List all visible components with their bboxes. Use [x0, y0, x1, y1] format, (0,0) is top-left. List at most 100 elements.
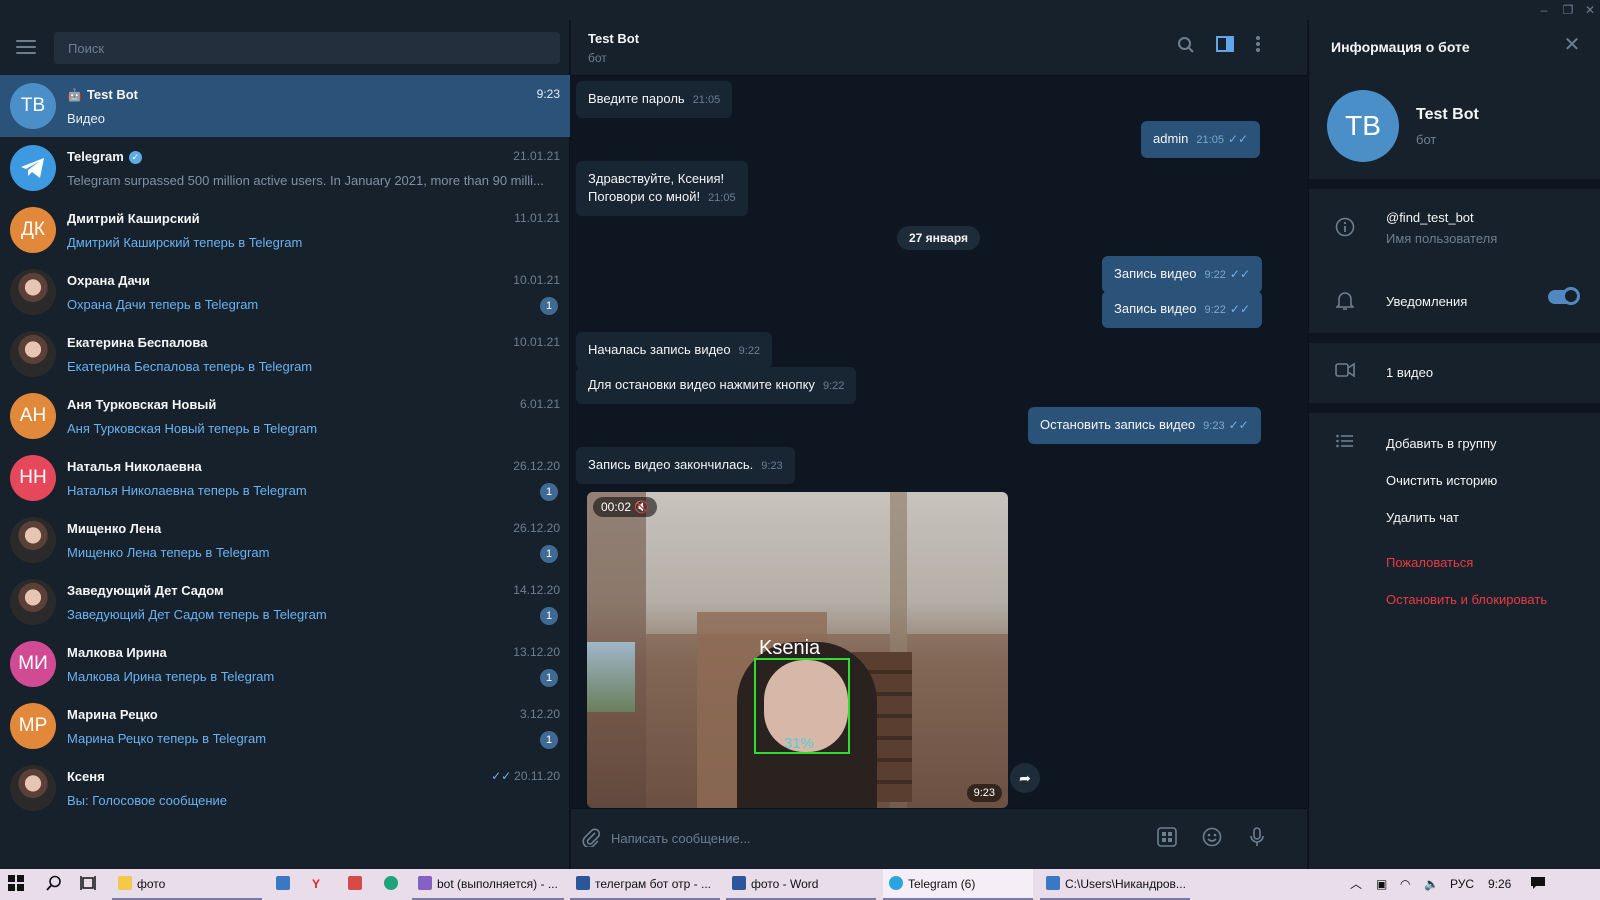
- chat-preview: Видео: [67, 111, 105, 126]
- chat-list-item[interactable]: АН Аня Турковская Новый Аня Турковская Нов…: [0, 385, 570, 447]
- message-text-line2: Поговори со мной!: [588, 189, 701, 204]
- message-time: 9:22: [1204, 269, 1226, 281]
- forward-icon[interactable]: ➦: [1010, 763, 1040, 793]
- restore-button[interactable]: ❐: [1556, 1, 1580, 19]
- video-message[interactable]: Ksenia 31% 00:02 🔇 9:23: [587, 492, 1008, 808]
- chat-list-item[interactable]: Заведующий Дет Садом Заведующий Дет Садом…: [0, 571, 570, 633]
- emoji-icon[interactable]: [1200, 827, 1224, 851]
- search-input[interactable]: [54, 32, 560, 64]
- chat-name-text: Аня Турковская Новый: [67, 397, 217, 412]
- notifications-toggle[interactable]: [1548, 287, 1580, 305]
- search-icon[interactable]: [1175, 36, 1197, 58]
- chat-header[interactable]: Test Bot бот: [571, 20, 1307, 76]
- microphone-icon[interactable]: [1245, 827, 1269, 851]
- chat-title[interactable]: Test Bot: [588, 31, 639, 46]
- taskbar-search-icon[interactable]: [46, 869, 66, 900]
- chat-list-item[interactable]: Мищенко Лена Мищенко Лена теперь в Telegr…: [0, 509, 570, 571]
- video-duration[interactable]: 00:02 🔇: [593, 497, 658, 517]
- message-input[interactable]: [611, 821, 1111, 855]
- taskbar-word-photo-button[interactable]: фото - Word: [726, 869, 876, 900]
- gift-app-icon[interactable]: [348, 869, 368, 900]
- chat-time: 3.12.20: [520, 707, 560, 721]
- unread-badge: 1: [540, 545, 558, 563]
- tray-app-icon[interactable]: ▣: [1376, 869, 1390, 900]
- chat-list-item[interactable]: НН Наталья Николаевна Наталья Николаевна т…: [0, 447, 570, 509]
- message-text: Для остановки видео нажмите кнопку: [588, 377, 815, 392]
- bot-name: Test Bot: [1416, 106, 1479, 123]
- mail-icon[interactable]: [276, 869, 296, 900]
- bot-username[interactable]: @find_test_bot: [1386, 210, 1474, 225]
- add-to-group-button[interactable]: Добавить в группу: [1386, 436, 1497, 451]
- minimize-button[interactable]: –: [1532, 1, 1556, 19]
- message-out[interactable]: admin 21:05 ✓✓: [1141, 121, 1261, 158]
- chat-name: Ксеня: [67, 769, 105, 784]
- report-button[interactable]: Пожаловаться: [1386, 555, 1473, 570]
- chat-list-item[interactable]: Охрана Дачи Охрана Дачи теперь в Telegram…: [0, 261, 570, 323]
- message-in[interactable]: Запись видео закончилась. 9:23: [576, 447, 795, 484]
- more-vertical-icon[interactable]: [1247, 36, 1269, 58]
- chat-preview: Telegram surpassed 500 million active us…: [67, 173, 544, 188]
- taskbar-explorer-button[interactable]: фото: [112, 869, 262, 900]
- chat-name-text: Марина Рецко: [67, 707, 158, 722]
- chat-list-item[interactable]: Telegram ✓ Telegram surpassed 500 million …: [0, 137, 570, 199]
- taskbar-clock[interactable]: 9:26: [1488, 869, 1518, 900]
- message-text: Введите пароль: [588, 91, 685, 106]
- chat-name: Дмитрий Каширский: [67, 211, 200, 226]
- taskbar-visual-studio-button[interactable]: bot (выполняется) - ...: [412, 869, 564, 900]
- yandex-browser-icon[interactable]: Y: [312, 869, 332, 900]
- chat-time-text: 26.12.20: [513, 521, 560, 535]
- tray-chevron-icon[interactable]: ︿: [1350, 869, 1364, 900]
- message-time: 9:23: [761, 460, 783, 472]
- info-panel-title: Информация о боте: [1331, 39, 1470, 55]
- video-wall-picture: [587, 642, 635, 712]
- task-view-icon[interactable]: [80, 869, 100, 900]
- taskbar-console-button[interactable]: C:\Users\Никандров...: [1040, 869, 1190, 900]
- message-in[interactable]: Для остановки видео нажмите кнопку 9:22: [576, 367, 857, 404]
- message-time: 21:05: [692, 94, 721, 106]
- close-window-button[interactable]: ✕: [1578, 1, 1600, 19]
- chat-time-text: 10.01.21: [513, 335, 560, 349]
- message-time: 21:05: [708, 192, 736, 204]
- avatar[interactable]: TB: [1327, 90, 1399, 162]
- chat-list-item[interactable]: МР Марина Рецко Марина Рецко теперь в Tele…: [0, 695, 570, 757]
- word-icon: [732, 876, 746, 890]
- message-out[interactable]: Запись видео 9:22 ✓✓: [1102, 291, 1263, 328]
- hamburger-menu-icon[interactable]: [16, 40, 36, 54]
- chat-list-item[interactable]: TB 🤖 Test Bot Видео 9:23: [0, 75, 570, 137]
- input-language[interactable]: РУС: [1450, 869, 1480, 900]
- chat-time: 10.01.21: [513, 273, 560, 287]
- wifi-icon[interactable]: ◠: [1400, 869, 1416, 900]
- mute-icon[interactable]: 🔇: [634, 500, 649, 514]
- taskbar-label: фото: [137, 877, 166, 891]
- shared-media-video[interactable]: 1 видео: [1386, 365, 1433, 380]
- message-out[interactable]: Запись видео 9:22 ✓✓: [1102, 256, 1263, 293]
- message-in[interactable]: Началась запись видео 9:22: [576, 332, 773, 369]
- chat-list-item[interactable]: Ксеня Вы: Голосовое сообщение ✓✓ 20.11.20: [0, 757, 570, 819]
- close-icon[interactable]: ✕: [1562, 35, 1582, 55]
- bot-subtitle: бот: [1416, 132, 1437, 147]
- chat-preview: Марина Рецко теперь в Telegram: [67, 731, 267, 746]
- taskbar-telegram-button[interactable]: Telegram (6): [883, 869, 1033, 900]
- stop-and-block-button[interactable]: Остановить и блокировать: [1386, 592, 1547, 607]
- clear-history-button[interactable]: Очистить историю: [1386, 473, 1497, 488]
- date-separator: 27 января: [897, 226, 980, 250]
- bot-commands-icon[interactable]: [1155, 827, 1179, 851]
- chat-time-text: 14.12.20: [513, 583, 560, 597]
- chat-preview: Охрана Дачи теперь в Telegram: [67, 297, 259, 312]
- sidebar-toggle-icon[interactable]: [1214, 36, 1236, 58]
- edge-browser-icon[interactable]: [384, 869, 404, 900]
- windows-start-icon[interactable]: [8, 869, 28, 900]
- message-in[interactable]: Здравствуйте, Ксения! Поговори со мной! 2…: [576, 161, 748, 216]
- chat-list-item[interactable]: МИ Малкова Ирина Малкова Ирина теперь в Te…: [0, 633, 570, 695]
- chat-list-item[interactable]: Екатерина Беспалова Екатерина Беспалова т…: [0, 323, 570, 385]
- taskbar-word-doc-button[interactable]: телеграм бот отр - ...: [570, 869, 720, 900]
- chat-list-item[interactable]: ДК Дмитрий Каширский Дмитрий Каширский теп…: [0, 199, 570, 261]
- message-out[interactable]: Остановить запись видео 9:23 ✓✓: [1028, 407, 1261, 444]
- notifications-center-icon[interactable]: [1530, 869, 1546, 900]
- chat-time-text: 26.12.20: [513, 459, 560, 473]
- message-in[interactable]: Введите пароль 21:05: [576, 81, 733, 118]
- attach-icon[interactable]: [579, 827, 603, 851]
- volume-icon[interactable]: 🔈: [1424, 869, 1440, 900]
- delete-chat-button[interactable]: Удалить чат: [1386, 510, 1459, 525]
- chat-preview: Дмитрий Каширский теперь в Telegram: [67, 235, 303, 250]
